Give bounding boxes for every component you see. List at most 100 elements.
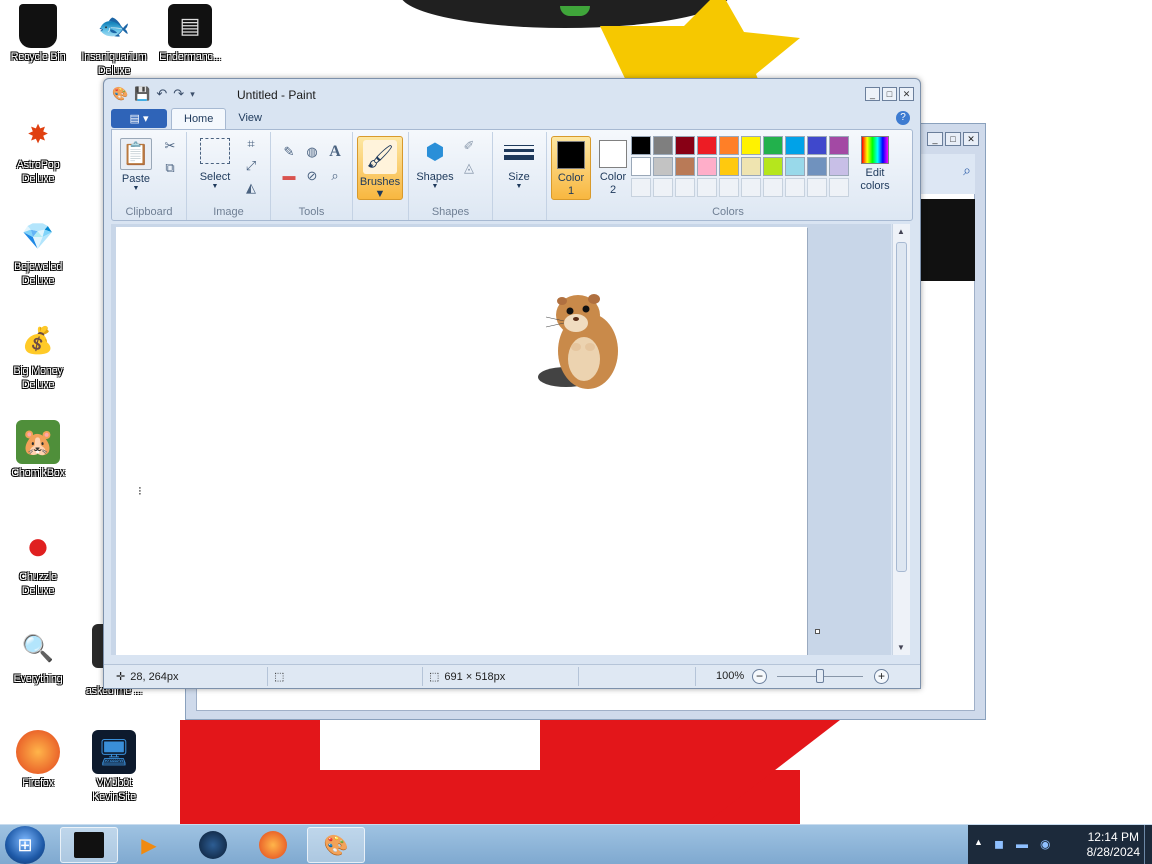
minimize-button[interactable]: _ xyxy=(927,132,943,146)
edit-colors-button[interactable]: Edit colors xyxy=(853,136,897,193)
maximize-button[interactable]: □ xyxy=(882,87,897,101)
custom-color-slot[interactable] xyxy=(829,178,849,197)
palette-color-swatch[interactable] xyxy=(829,157,849,176)
palette-color-swatch[interactable] xyxy=(631,157,651,176)
custom-color-slot[interactable] xyxy=(653,178,673,197)
palette-color-swatch[interactable] xyxy=(807,157,827,176)
palette-color-swatch[interactable] xyxy=(741,157,761,176)
taskbar-item-media-player[interactable]: ▶ xyxy=(120,827,178,863)
maximize-button[interactable]: □ xyxy=(945,132,961,146)
tray-app-icon[interactable]: ◼ xyxy=(994,837,1004,851)
crop-icon[interactable]: ⌗ xyxy=(241,134,261,154)
palette-color-swatch[interactable] xyxy=(675,136,695,155)
select-button[interactable]: Select ▼ xyxy=(193,138,237,191)
drawing-canvas[interactable]: ⁝ xyxy=(116,227,807,655)
vertical-scrollbar[interactable]: ▲ ▼ xyxy=(892,224,910,655)
desktop-icon-chomikbox[interactable]: 🐹 ChomikBox xyxy=(0,420,76,480)
tab-home[interactable]: Home xyxy=(171,108,227,130)
tab-view[interactable]: View xyxy=(226,108,274,130)
scroll-down-arrow-icon[interactable]: ▼ xyxy=(897,643,905,652)
size-button[interactable]: Size ▼ xyxy=(501,136,537,191)
custom-color-slot[interactable] xyxy=(807,178,827,197)
palette-color-swatch[interactable] xyxy=(785,136,805,155)
palette-color-swatch[interactable] xyxy=(807,136,827,155)
desktop-icon-everything[interactable]: 🔍 Everything xyxy=(0,626,76,686)
custom-color-slot[interactable] xyxy=(763,178,783,197)
eraser-icon[interactable]: ▬ xyxy=(279,166,299,186)
desktop-icon-firefox[interactable]: Firefox xyxy=(0,730,76,790)
pencil-icon[interactable]: ✎ xyxy=(279,142,299,162)
color1-button[interactable]: Color 1 xyxy=(551,136,591,200)
palette-color-swatch[interactable] xyxy=(763,157,783,176)
desktop-icon-insaniquarium[interactable]: 🐟 Insaniquarium Deluxe xyxy=(76,4,152,78)
paste-button[interactable]: 📋 Paste ▼ xyxy=(118,138,154,193)
palette-color-swatch[interactable] xyxy=(631,136,651,155)
magnifier-icon[interactable]: ⌕ xyxy=(325,166,345,186)
custom-color-slot[interactable] xyxy=(719,178,739,197)
outline-icon[interactable]: ✐ xyxy=(459,136,479,156)
help-icon[interactable]: ? xyxy=(896,111,910,125)
desktop-icon-recycle-bin[interactable]: Recycle Bin xyxy=(0,4,76,64)
palette-color-swatch[interactable] xyxy=(653,136,673,155)
palette-color-swatch[interactable] xyxy=(719,157,739,176)
brushes-button[interactable]: 🖌 Brushes ▼ xyxy=(357,136,403,200)
palette-color-swatch[interactable] xyxy=(697,136,717,155)
custom-color-slot[interactable] xyxy=(741,178,761,197)
canvas-resize-handle[interactable] xyxy=(815,629,820,634)
color2-button[interactable]: Color 2 xyxy=(593,136,633,200)
desktop-icon-astropop[interactable]: ✸ AstroPop Deluxe xyxy=(0,112,76,186)
customize-qat-icon[interactable]: ▾ xyxy=(190,89,195,100)
fill-shape-icon[interactable]: ◬ xyxy=(459,158,479,178)
palette-color-swatch[interactable] xyxy=(675,157,695,176)
fill-icon[interactable]: ◍ xyxy=(302,142,322,162)
desktop-icon-chuzzle[interactable]: ● Chuzzle Deluxe xyxy=(0,524,76,598)
resize-icon[interactable]: ⤢ xyxy=(241,156,261,176)
zoom-in-button[interactable]: + xyxy=(874,669,889,684)
paint-window[interactable]: 🎨 💾 ↶ ↷ ▾ Untitled - Paint _ □ ✕ ▤ ▾ Hom… xyxy=(103,78,921,689)
scroll-up-arrow-icon[interactable]: ▲ xyxy=(897,227,905,236)
search-icon[interactable]: ⌕ xyxy=(963,162,971,179)
undo-icon[interactable]: ↶ xyxy=(156,86,167,102)
zoom-out-button[interactable]: − xyxy=(752,669,767,684)
custom-color-slot[interactable] xyxy=(675,178,695,197)
custom-color-slot[interactable] xyxy=(631,178,651,197)
taskbar-item-globe[interactable] xyxy=(184,827,242,863)
custom-color-slot[interactable] xyxy=(785,178,805,197)
zoom-slider-thumb[interactable] xyxy=(816,669,824,683)
close-button[interactable]: ✕ xyxy=(963,132,979,146)
custom-color-slot[interactable] xyxy=(697,178,717,197)
desktop-icon-endermanch[interactable]: ▤ Endermanc... xyxy=(152,4,228,64)
palette-color-swatch[interactable] xyxy=(719,136,739,155)
cut-icon[interactable]: ✂ xyxy=(160,136,180,156)
network-icon[interactable]: ▬ xyxy=(1016,837,1028,851)
palette-color-swatch[interactable] xyxy=(653,157,673,176)
color-picker-icon[interactable]: ⊘ xyxy=(302,166,322,186)
clock[interactable]: 12:14 PM 8/28/2024 xyxy=(1087,830,1140,860)
text-icon[interactable]: A xyxy=(325,142,345,162)
palette-color-swatch[interactable] xyxy=(697,157,717,176)
palette-color-swatch[interactable] xyxy=(741,136,761,155)
rotate-icon[interactable]: ◭ xyxy=(241,178,261,198)
save-icon[interactable]: 💾 xyxy=(134,86,150,102)
taskbar-item-firefox[interactable] xyxy=(244,827,302,863)
redo-icon[interactable]: ↷ xyxy=(173,86,184,102)
close-button[interactable]: ✕ xyxy=(899,87,914,101)
taskbar-item-terminal[interactable] xyxy=(60,827,118,863)
palette-color-swatch[interactable] xyxy=(763,136,783,155)
app-menu-button[interactable]: ▤ ▾ xyxy=(111,109,167,128)
show-desktop-button[interactable] xyxy=(1144,825,1152,864)
copy-icon[interactable]: ⧉ xyxy=(160,158,180,178)
shapes-button[interactable]: ⬢ Shapes ▼ xyxy=(415,136,455,191)
start-button[interactable]: ⊞ xyxy=(5,826,45,864)
minimize-button[interactable]: _ xyxy=(865,87,880,101)
show-hidden-icons-icon[interactable]: ▲ xyxy=(974,837,983,847)
volume-icon[interactable]: ◉ xyxy=(1040,837,1050,851)
desktop-icon-bejeweled[interactable]: 💎 Bejeweled Deluxe xyxy=(0,214,76,288)
taskbar-item-paint[interactable]: 🎨 xyxy=(307,827,365,863)
desktop-icon-vmjb0t[interactable]: 🖥 VMJb0t KevinSite xyxy=(76,730,152,804)
palette-color-swatch[interactable] xyxy=(785,157,805,176)
palette-color-swatch[interactable] xyxy=(829,136,849,155)
title-bar[interactable]: 🎨 💾 ↶ ↷ ▾ Untitled - Paint _ □ ✕ xyxy=(104,79,920,109)
scrollbar-thumb[interactable] xyxy=(896,242,907,572)
desktop-icon-big-money[interactable]: 💰 Big Money Deluxe xyxy=(0,318,76,392)
